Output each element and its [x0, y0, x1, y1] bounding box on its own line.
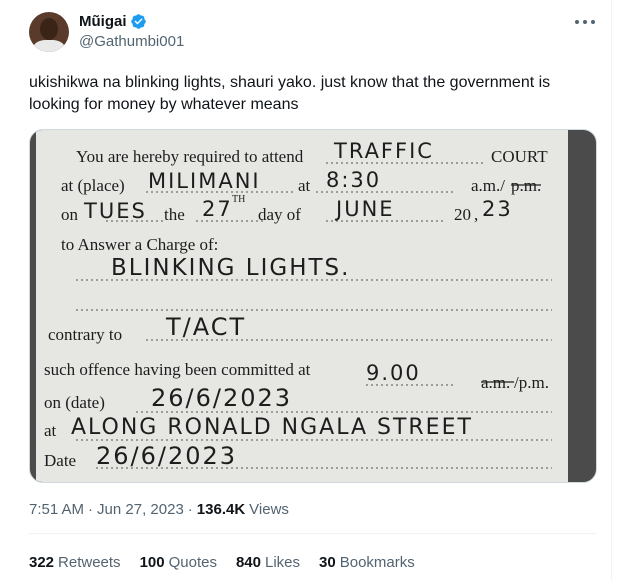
summons-on-label: on	[61, 205, 79, 224]
summons-court-hand: TRAFFIC	[333, 139, 434, 163]
summons-time-hand: 8:30	[326, 168, 381, 192]
views-label: Views	[249, 501, 289, 518]
avatar-shirt	[33, 40, 65, 52]
summons-issue-date-hand: 26/6/2023	[96, 442, 237, 470]
summons-offence-time-hand: 9.00	[366, 361, 421, 385]
summons-contrary-label: contrary to	[48, 325, 122, 344]
bookmarks-stat[interactable]: 30 Bookmarks	[319, 554, 415, 571]
summons-ondate-label: on (date)	[44, 393, 105, 412]
summons-place-hand: MILIMANI	[148, 169, 261, 193]
retweets-count: 322	[29, 554, 55, 571]
summons-am-label: a.m./	[471, 176, 505, 195]
summons-charge-hand: BLINKING LIGHTS.	[111, 255, 350, 281]
more-options-icon[interactable]	[574, 14, 598, 30]
meta-separator: ·	[187, 501, 193, 518]
tweet-photo[interactable]: You are hereby required to attend COURT …	[29, 129, 597, 483]
court-summons-paper: You are hereby required to attend COURT …	[36, 130, 568, 482]
summons-location-label: at	[44, 421, 57, 440]
avatar-face	[40, 18, 58, 40]
retweets-label: Retweets	[58, 554, 121, 571]
summons-act-hand: T/ACT	[165, 313, 246, 341]
bookmarks-label: Bookmarks	[339, 554, 415, 571]
summons-date-hand: 27	[202, 197, 233, 221]
tweet-meta: 7:51 AM · Jun 27, 2023 · 136.4K Views	[29, 501, 289, 518]
summons-offence-label: such offence having been committed at	[44, 360, 311, 379]
summons-year-print: 20	[454, 205, 471, 224]
views-count: 136.4K	[196, 501, 246, 518]
engagement-stats: 322 Retweets 100 Quotes 840 Likes 30 Boo…	[29, 554, 415, 571]
verified-badge-icon	[130, 14, 146, 29]
likes-label: Likes	[265, 554, 301, 571]
author-name[interactable]: Mũigai	[79, 13, 127, 30]
retweets-stat[interactable]: 322 Retweets	[29, 554, 121, 571]
summons-drawing: You are hereby required to attend COURT …	[44, 139, 552, 470]
tweet-card: Mũigai @Gathumbi001 ukishikwa na blinkin…	[0, 0, 612, 580]
divider	[29, 533, 596, 534]
summons-day-hand: TUES	[83, 199, 147, 223]
quotes-count: 100	[139, 554, 165, 571]
summons-line-1-tail: COURT	[491, 147, 548, 166]
likes-count: 840	[235, 554, 261, 571]
summons-pm-label: /p.m.	[514, 373, 549, 392]
summons-year-hand: 23	[482, 197, 513, 221]
tweet-date[interactable]: Jun 27, 2023	[97, 501, 184, 518]
summons-charge-label: to Answer a Charge of:	[61, 235, 218, 254]
meta-separator: ·	[88, 501, 94, 518]
quotes-label: Quotes	[168, 554, 217, 571]
tweet-time[interactable]: 7:51 AM	[29, 501, 84, 518]
avatar[interactable]	[29, 12, 69, 52]
summons-line-1-print: You are hereby required to attend	[76, 147, 304, 166]
summons-place-label: at (place)	[61, 176, 125, 195]
summons-issue-date-label: Date	[44, 451, 76, 470]
summons-month-hand: JUNE	[334, 197, 395, 221]
summons-year-dot: ,	[474, 205, 478, 224]
summons-the-label: the	[164, 205, 185, 224]
summons-at-label: at	[298, 176, 311, 195]
ellipsis-icon	[575, 20, 595, 24]
summons-date-suffix: TH	[232, 194, 245, 205]
bookmarks-count: 30	[319, 554, 336, 571]
summons-ondate-hand: 26/6/2023	[151, 384, 292, 412]
author-handle[interactable]: @Gathumbi001	[79, 33, 184, 50]
summons-dayof-label: day of	[258, 205, 301, 224]
summons-location-hand: ALONG RONALD NGALA STREET	[71, 415, 473, 440]
author-name-row: Mũigai	[79, 13, 147, 30]
quotes-stat[interactable]: 100 Quotes	[140, 554, 217, 571]
tweet-text: ukishikwa na blinking lights, shauri yak…	[29, 74, 551, 113]
likes-stat[interactable]: 840 Likes	[236, 554, 300, 571]
